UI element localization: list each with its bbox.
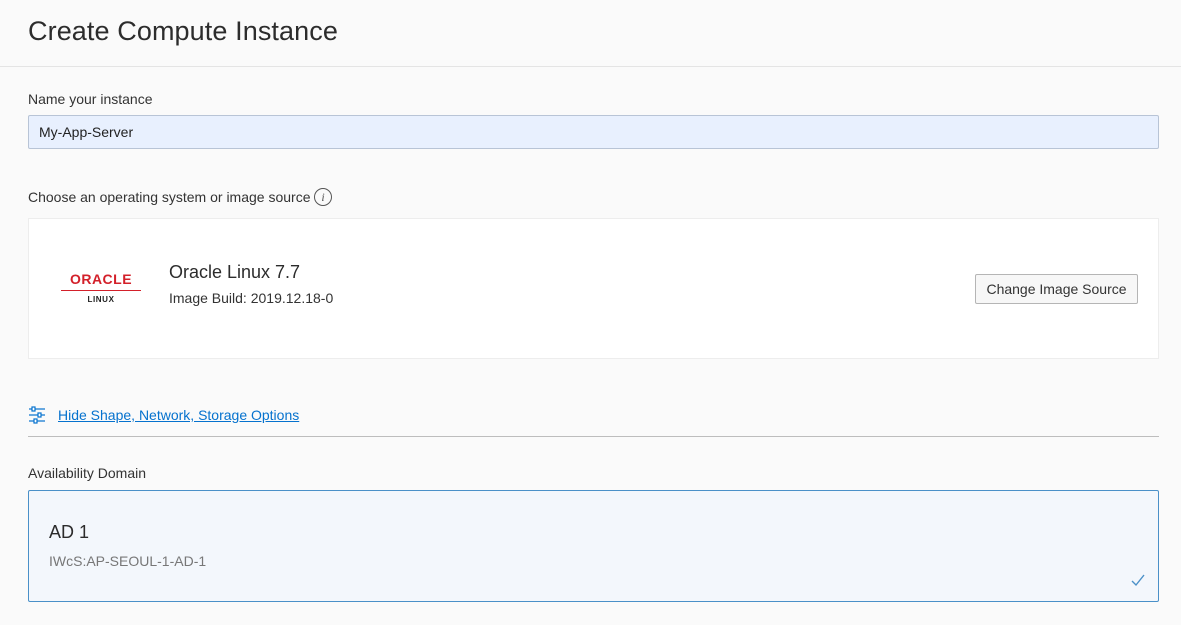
- sliders-icon[interactable]: [28, 406, 46, 424]
- check-icon: [1131, 574, 1145, 587]
- change-image-source-button[interactable]: Change Image Source: [975, 274, 1138, 304]
- section-divider: [28, 436, 1159, 437]
- image-name: Oracle Linux 7.7: [169, 262, 301, 282]
- instance-name-label: Name your instance: [28, 91, 153, 107]
- oracle-logo-subtext: LINUX: [87, 295, 115, 304]
- availability-domain-option[interactable]: AD 1 IWcS:AP-SEOUL-1-AD-1: [28, 490, 1159, 602]
- page-header: Create Compute Instance: [0, 0, 1181, 67]
- availability-domain-id: IWcS:AP-SEOUL-1-AD-1: [49, 553, 207, 569]
- image-source-label: Choose an operating system or image sour…: [28, 189, 311, 205]
- image-build: Image Build: 2019.12.18-0: [169, 290, 334, 306]
- oracle-logo-wordmark: ORACLE: [69, 271, 133, 287]
- page-title: Create Compute Instance: [28, 16, 338, 46]
- hide-options-link[interactable]: Hide Shape, Network, Storage Options: [58, 407, 299, 423]
- info-icon[interactable]: i: [314, 188, 332, 206]
- image-source-card: ORACLE LINUX Oracle Linux 7.7 Image Buil…: [28, 218, 1159, 359]
- instance-name-input[interactable]: [28, 115, 1159, 149]
- availability-domain-label: Availability Domain: [28, 465, 147, 481]
- oracle-logo-rule: [61, 290, 141, 291]
- availability-domain-name: AD 1: [49, 522, 90, 542]
- oracle-linux-logo: ORACLE LINUX: [59, 271, 143, 307]
